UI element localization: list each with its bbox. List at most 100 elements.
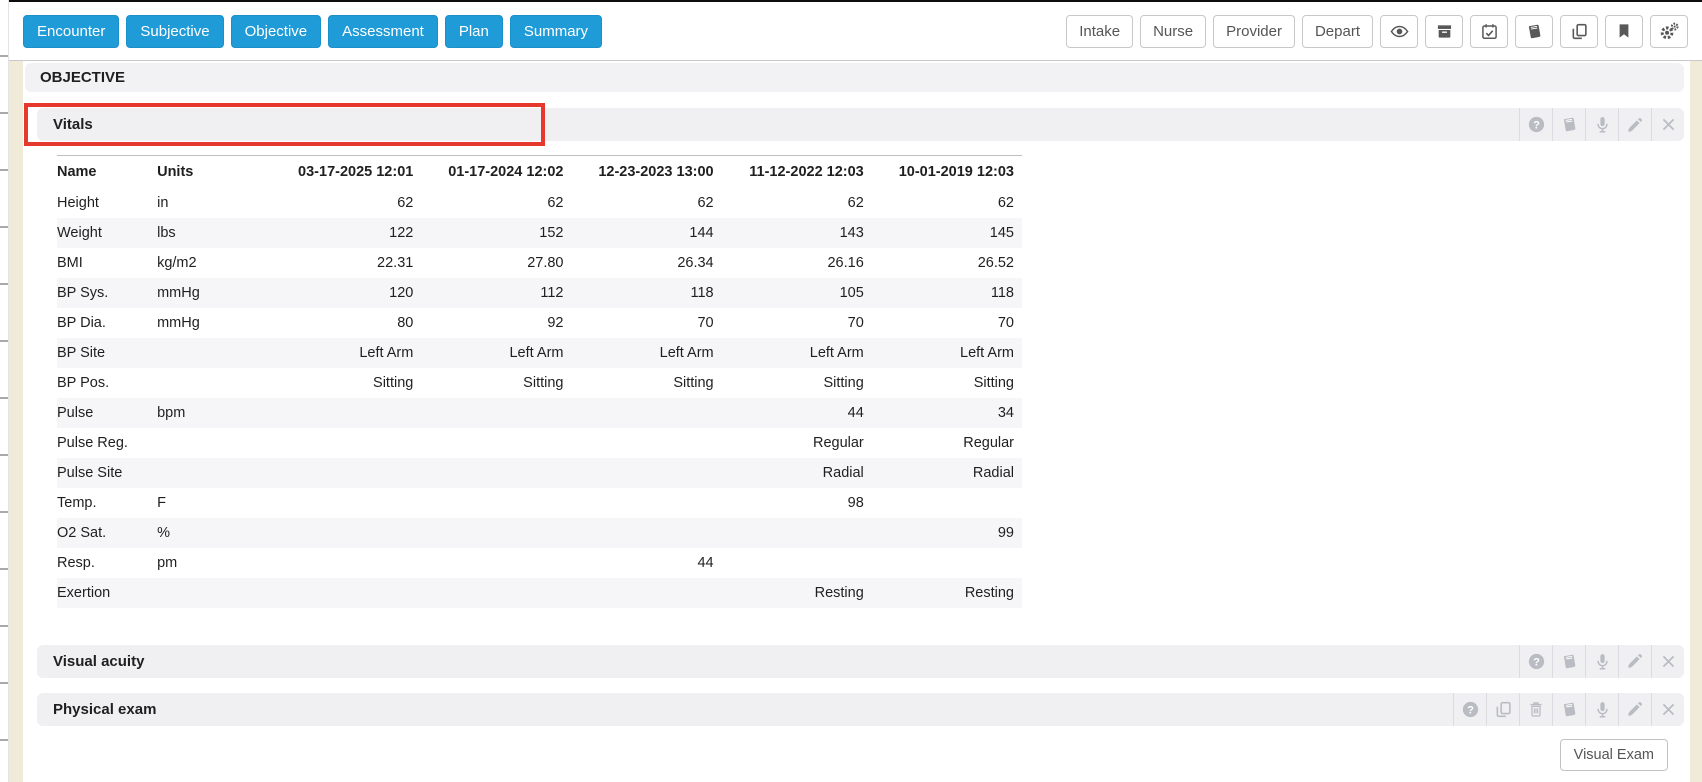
vital-name: Pulse Site [57, 458, 157, 488]
gears-icon-button[interactable] [1650, 15, 1688, 48]
close-icon[interactable] [1651, 108, 1684, 141]
column-header: 03-17-2025 12:01 [271, 156, 421, 188]
vital-value: 143 [722, 218, 872, 248]
vitals-row-pulse-site: Pulse SiteRadialRadial [57, 458, 1022, 488]
encounter-button[interactable]: Encounter [23, 15, 119, 48]
vital-value: 70 [571, 308, 721, 338]
svg-text:?: ? [1467, 704, 1474, 716]
vital-value: Left Arm [571, 338, 721, 368]
plan-button[interactable]: Plan [445, 15, 503, 48]
help-icon[interactable]: ? [1519, 108, 1552, 141]
visual-exam-button[interactable]: Visual Exam [1560, 739, 1668, 771]
book-icon[interactable] [1552, 108, 1585, 141]
objective-section-heading: OBJECTIVE [25, 63, 1684, 92]
vital-value [271, 578, 421, 608]
depart-button[interactable]: Depart [1302, 15, 1373, 48]
vital-value [571, 518, 721, 548]
vital-name: Temp. [57, 488, 157, 518]
vital-name: Pulse Reg. [57, 428, 157, 458]
intake-button[interactable]: Intake [1066, 15, 1133, 48]
vital-name: Exertion [57, 578, 157, 608]
vital-value: 26.16 [722, 248, 872, 278]
mic-icon[interactable] [1585, 645, 1618, 678]
trash-icon[interactable] [1519, 693, 1552, 726]
vital-value: Sitting [271, 368, 421, 398]
vital-value: Radial [722, 458, 872, 488]
vitals-section-header: Vitals ? [37, 108, 1684, 141]
eye-icon-button[interactable] [1380, 15, 1418, 48]
bookmark-icon-button[interactable] [1605, 15, 1643, 48]
pencil-icon[interactable] [1618, 108, 1651, 141]
vital-value [872, 548, 1022, 578]
vital-value: Left Arm [722, 338, 872, 368]
vital-units: % [157, 518, 271, 548]
vitals-row-bp-site: BP SiteLeft ArmLeft ArmLeft ArmLeft ArmL… [57, 338, 1022, 368]
vitals-row-weight: Weightlbs122152144143145 [57, 218, 1022, 248]
vital-units: mmHg [157, 308, 271, 338]
copy-icon[interactable] [1486, 693, 1519, 726]
physical-exam-section-icons: ? [1453, 693, 1684, 726]
svg-text:?: ? [1533, 119, 1540, 131]
visual-acuity-section-title: Visual acuity [53, 653, 144, 670]
vitals-row-o2-sat-: O2 Sat.%99 [57, 518, 1022, 548]
vitals-row-temp-: Temp.F98 [57, 488, 1022, 518]
mic-icon[interactable] [1585, 108, 1618, 141]
toolbar-right-group: IntakeNurseProviderDepart [1066, 15, 1688, 48]
vital-value: Regular [722, 428, 872, 458]
vital-value: 98 [722, 488, 872, 518]
vital-value: Resting [872, 578, 1022, 608]
vital-units [157, 578, 271, 608]
summary-button[interactable]: Summary [510, 15, 602, 48]
vital-value: 105 [722, 278, 872, 308]
vital-units [157, 458, 271, 488]
help-icon[interactable]: ? [1519, 645, 1552, 678]
column-header: 11-12-2022 12:03 [722, 156, 872, 188]
vital-value [571, 398, 721, 428]
mic-icon[interactable] [1585, 693, 1618, 726]
vital-value: 26.52 [872, 248, 1022, 278]
pencil-icon[interactable] [1618, 693, 1651, 726]
subjective-button[interactable]: Subjective [126, 15, 223, 48]
vital-value [421, 548, 571, 578]
vital-value: Sitting [421, 368, 571, 398]
pencil-icon[interactable] [1618, 645, 1651, 678]
copy-icon-button[interactable] [1560, 15, 1598, 48]
nurse-button[interactable]: Nurse [1140, 15, 1206, 48]
vital-units [157, 428, 271, 458]
vital-value: 92 [421, 308, 571, 338]
provider-button[interactable]: Provider [1213, 15, 1295, 48]
vital-value [571, 458, 721, 488]
vital-value: 62 [872, 188, 1022, 218]
vitals-section-title: Vitals [53, 116, 93, 133]
vital-value [421, 518, 571, 548]
book-icon[interactable] [1552, 645, 1585, 678]
book-icon[interactable] [1552, 693, 1585, 726]
left-panel-edge [9, 61, 23, 782]
encounter-nav-group: EncounterSubjectiveObjectiveAssessmentPl… [23, 15, 602, 48]
calendar-check-icon-button[interactable] [1470, 15, 1508, 48]
close-icon[interactable] [1651, 693, 1684, 726]
vitals-row-exertion: ExertionRestingResting [57, 578, 1022, 608]
book-icon-button[interactable] [1515, 15, 1553, 48]
vital-units: bpm [157, 398, 271, 428]
vitals-row-resp-: Resp.pm44 [57, 548, 1022, 578]
vital-value [421, 578, 571, 608]
vital-value: Left Arm [421, 338, 571, 368]
vital-value: 62 [421, 188, 571, 218]
close-icon[interactable] [1651, 645, 1684, 678]
column-header: Name [57, 156, 157, 188]
vital-value: 62 [571, 188, 721, 218]
vital-value [271, 548, 421, 578]
vitals-table-body: Heightin6262626262Weightlbs1221521441431… [57, 188, 1022, 608]
column-header: 12-23-2023 13:00 [571, 156, 721, 188]
vitals-row-bp-dia-: BP Dia.mmHg8092707070 [57, 308, 1022, 338]
toolbar: EncounterSubjectiveObjectiveAssessmentPl… [9, 0, 1702, 61]
assessment-button[interactable]: Assessment [328, 15, 438, 48]
help-icon[interactable]: ? [1453, 693, 1486, 726]
objective-button[interactable]: Objective [231, 15, 322, 48]
vital-value [571, 428, 721, 458]
vital-name: Height [57, 188, 157, 218]
vital-value [421, 488, 571, 518]
vital-value: 22.31 [271, 248, 421, 278]
archive-icon-button[interactable] [1425, 15, 1463, 48]
